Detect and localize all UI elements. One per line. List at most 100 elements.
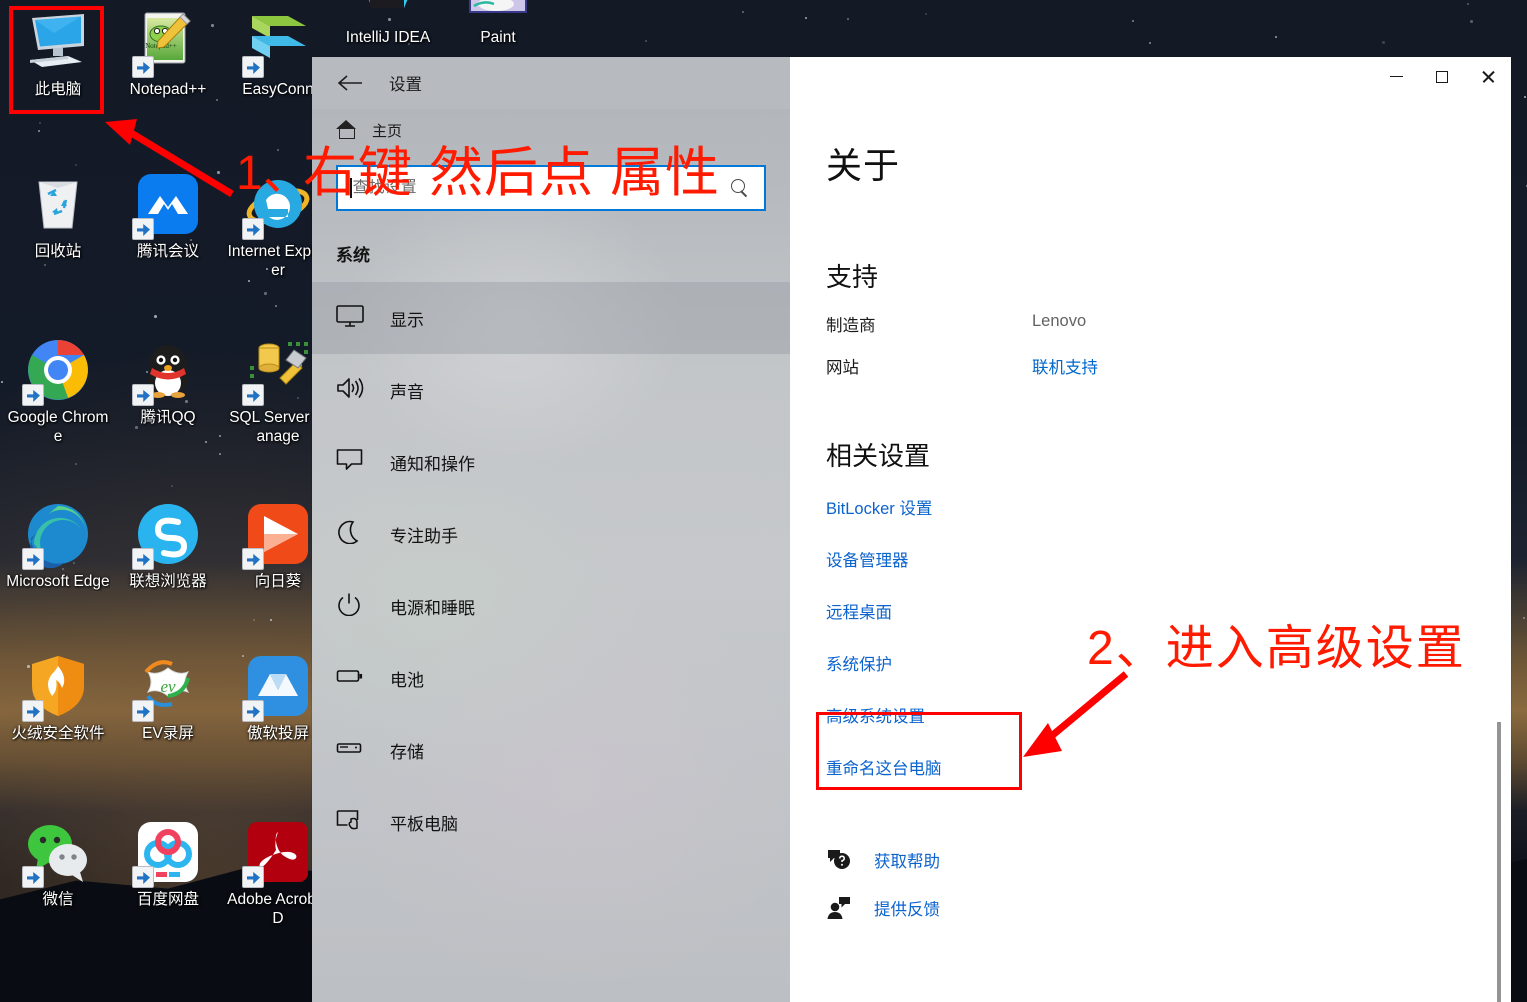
sidebar-item-label: 声音: [390, 382, 424, 402]
support-heading: 支持: [826, 262, 879, 292]
desktop-icon-huorong-security[interactable]: 火绒安全软件: [6, 652, 110, 743]
sidebar-item-storage[interactable]: 存储: [312, 714, 790, 786]
tencent-qq-icon: [132, 336, 202, 406]
huorong-security-icon: [22, 652, 92, 722]
moon-icon: [336, 520, 366, 548]
shortcut-overlay-icon: [132, 700, 154, 722]
sidebar-item-focus-assist[interactable]: 专注助手: [312, 498, 790, 570]
shortcut-overlay-icon: [242, 56, 264, 78]
search-container: [312, 151, 790, 211]
window-body: 主页 系统: [312, 109, 1511, 1002]
desktop-icon-ev-recorder[interactable]: ev EV录屏: [116, 652, 220, 743]
sidebar-item-battery[interactable]: 电池: [312, 642, 790, 714]
desktop-icon-lenovo-browser[interactable]: 联想浏览器: [116, 500, 220, 591]
row-value: Lenovo: [1032, 312, 1087, 330]
window-title: 设置: [389, 76, 422, 94]
sidebar-item-label: 电源和睡眠: [390, 598, 475, 618]
desktop-icon-label: 火绒安全软件: [11, 725, 105, 742]
desktop-icon-label: 腾讯会议: [136, 243, 199, 260]
shortcut-overlay-icon: [132, 56, 154, 78]
close-button[interactable]: [1465, 57, 1511, 96]
desktop-icon-label: 腾讯QQ: [140, 409, 196, 426]
sql-server-manager-icon: [242, 336, 312, 406]
link-bitlocker-settings[interactable]: BitLocker 设置: [826, 495, 932, 519]
ev-recorder-icon: ev: [132, 652, 202, 722]
maximize-button[interactable]: [1419, 57, 1465, 96]
shortcut-overlay-icon: [242, 866, 264, 888]
shortcut-overlay-icon: [132, 866, 154, 888]
search-box[interactable]: [336, 165, 766, 211]
related-settings-heading: 相关设置: [826, 441, 931, 471]
sidebar-item-sound[interactable]: 声音: [312, 354, 790, 426]
give-feedback-label[interactable]: 提供反馈: [874, 896, 940, 920]
apowermirror-icon: [242, 652, 312, 722]
desktop-icon-intellij-idea[interactable]: IJ IntelliJ IDEA: [336, 0, 440, 47]
home-nav-item[interactable]: 主页: [312, 109, 790, 151]
microsoft-edge-icon: [22, 500, 92, 570]
sidebar-item-label: 电池: [390, 670, 424, 690]
online-support-link[interactable]: 联机支持: [1032, 354, 1098, 378]
get-help-row[interactable]: 获取帮助: [826, 847, 1511, 873]
sidebar-item-notifications[interactable]: 通知和操作: [312, 426, 790, 498]
link-system-protection[interactable]: 系统保护: [826, 651, 892, 675]
titlebar-left: 设置: [312, 57, 790, 109]
row-key: 制造商: [826, 317, 876, 335]
window-titlebar: 设置: [312, 57, 1511, 109]
svg-text:ev: ev: [160, 677, 176, 696]
sidebar-item-label: 显示: [390, 310, 424, 330]
back-arrow-icon[interactable]: [326, 63, 373, 103]
link-remote-desktop[interactable]: 远程桌面: [826, 599, 892, 623]
minimize-button[interactable]: [1373, 57, 1419, 96]
easyconn-icon: [242, 8, 312, 78]
desktop-icon-tencent-qq[interactable]: 腾讯QQ: [116, 336, 220, 427]
content-scrollbar[interactable]: [1497, 722, 1501, 1002]
desktop-icon-microsoft-edge[interactable]: Microsoft Edge: [6, 500, 110, 591]
desktop-icon-this-pc[interactable]: 此电脑: [6, 8, 110, 99]
settings-content: 关于 支持 制造商 Lenovo 网站 联机支持 相关设置 BitLocker …: [790, 109, 1511, 1002]
sidebar-item-label: 专注助手: [390, 526, 458, 546]
shortcut-overlay-icon: [242, 218, 264, 240]
paint-app-icon: [464, 0, 532, 24]
internet-explorer-icon: [242, 170, 312, 240]
desktop-icon-label: 此电脑: [34, 81, 82, 98]
desktop-icon-wechat[interactable]: 微信: [6, 818, 110, 909]
tablet-icon: [336, 808, 366, 836]
desktop-icon-label: IntelliJ IDEA: [345, 29, 431, 46]
window-controls: [790, 57, 1511, 109]
desktop-icon-label: Notepad++: [129, 81, 207, 98]
bottom-links: 获取帮助 提供反馈: [826, 847, 1511, 921]
desktop-icon-tencent-meeting[interactable]: 腾讯会议: [116, 170, 220, 261]
shortcut-overlay-icon: [22, 700, 44, 722]
this-pc-icon: [24, 8, 92, 76]
monitor-icon: [336, 304, 366, 332]
sidebar-item-tablet[interactable]: 平板电脑: [312, 786, 790, 847]
intellij-idea-icon: IJ: [354, 0, 422, 24]
storage-icon: [336, 736, 366, 764]
search-icon[interactable]: [730, 178, 750, 198]
text-caret: [350, 178, 352, 198]
shortcut-overlay-icon: [132, 384, 154, 406]
sidebar-item-label: 存储: [390, 742, 424, 762]
notification-icon: [336, 448, 366, 476]
sidebar-item-display[interactable]: 显示: [312, 282, 790, 354]
get-help-label[interactable]: 获取帮助: [874, 848, 940, 872]
desktop-icon-recycle-bin[interactable]: 回收站: [6, 170, 110, 261]
adobe-acrobat-icon: [242, 818, 312, 888]
desktop-icon-baidu-netdisk[interactable]: 百度网盘: [116, 818, 220, 909]
desktop-icon-notepad-plus-plus[interactable]: Notepad++ Notepad++: [116, 8, 220, 99]
sidebar-section-title: 系统: [336, 246, 370, 265]
sidebar-nav-list: 显示 声音 通知和操作 专注助手 电源和睡眠 电池 存储 平板电脑: [312, 282, 790, 847]
sunlogin-icon: [242, 500, 312, 570]
home-label: 主页: [372, 122, 403, 140]
link-device-manager[interactable]: 设备管理器: [826, 547, 909, 571]
desktop-icon-paint-app[interactable]: Paint: [446, 0, 550, 47]
wechat-icon: [22, 818, 92, 888]
desktop-background: 此电脑 Notepad++ Notepad++: [0, 0, 1527, 1002]
sidebar-item-power-sleep[interactable]: 电源和睡眠: [312, 570, 790, 642]
desktop-icon-label: 微信: [42, 891, 74, 908]
desktop-icon-google-chrome[interactable]: Google Chrome: [6, 336, 110, 446]
sidebar-item-label: 通知和操作: [390, 454, 475, 474]
give-feedback-row[interactable]: 提供反馈: [826, 895, 1511, 921]
speaker-icon: [336, 376, 366, 404]
search-input[interactable]: [352, 179, 730, 197]
